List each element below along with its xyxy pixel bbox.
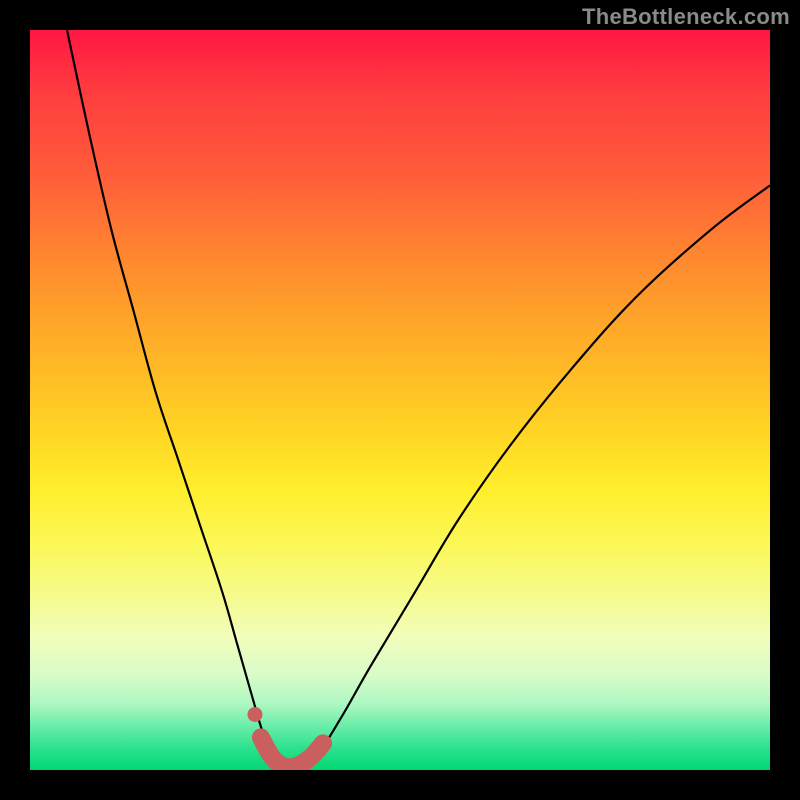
marker-dot xyxy=(247,707,262,722)
bottom-marker-group xyxy=(247,707,323,767)
curve-path xyxy=(67,30,770,768)
marker-stroke xyxy=(261,737,323,767)
outer-frame: TheBottleneck.com xyxy=(0,0,800,800)
bottleneck-curve xyxy=(30,30,770,770)
watermark-label: TheBottleneck.com xyxy=(582,4,790,30)
plot-area xyxy=(30,30,770,770)
